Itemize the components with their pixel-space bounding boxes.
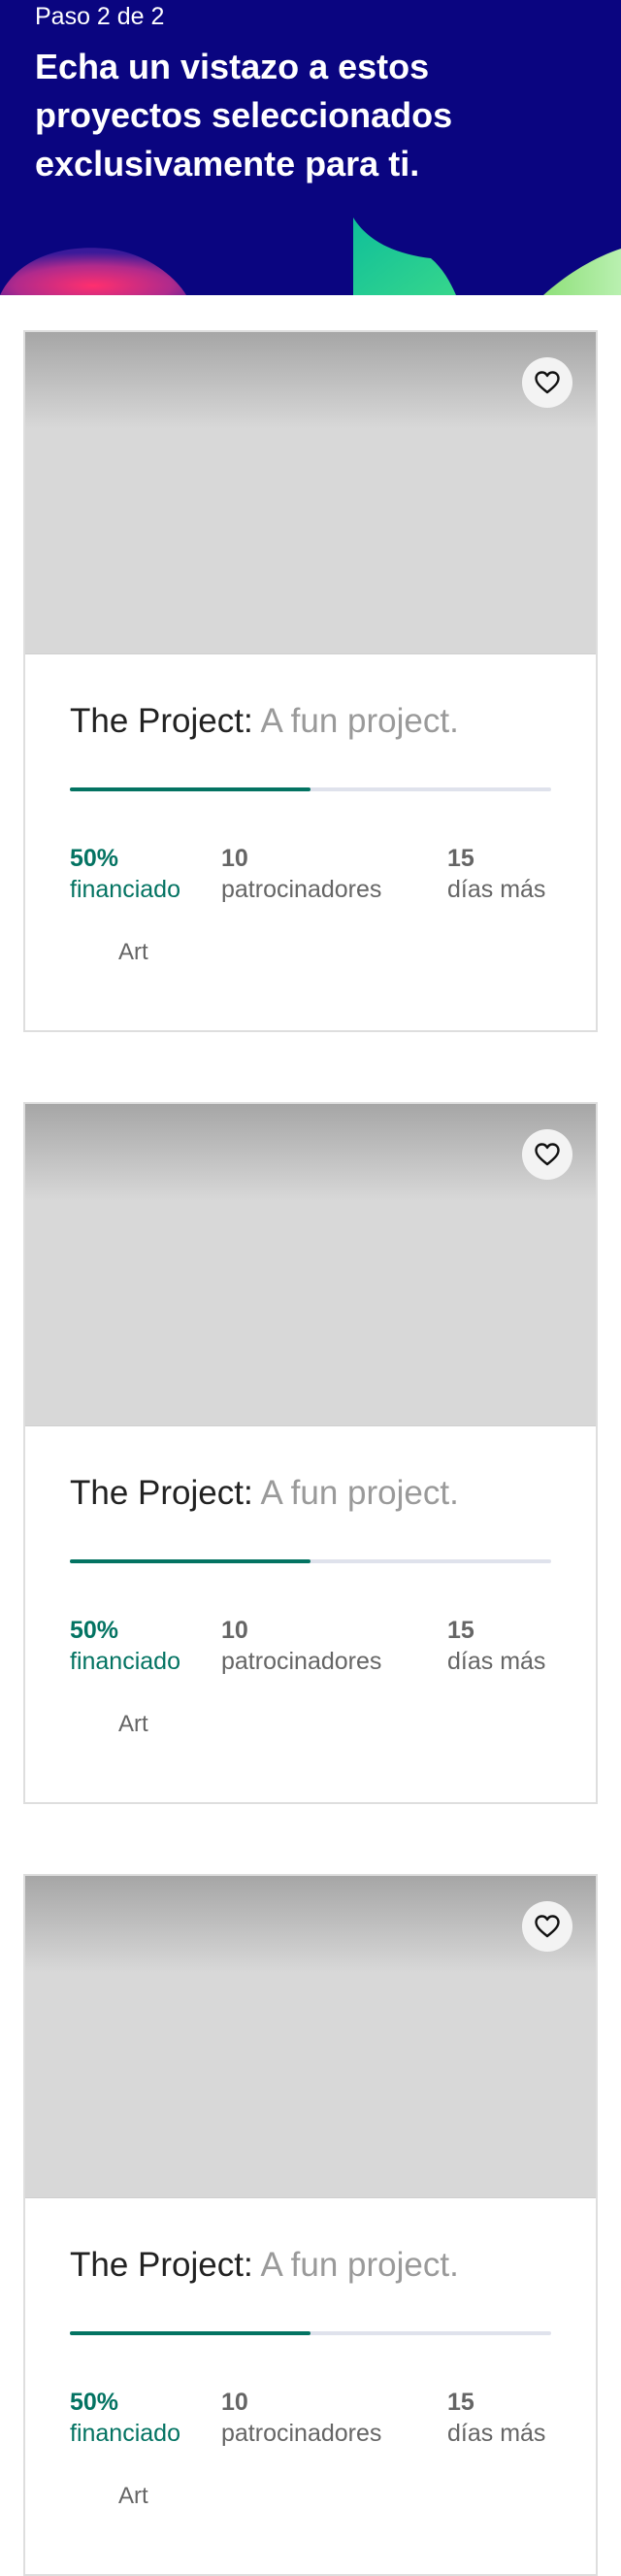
funded-stat: 50% financiado: [70, 1615, 184, 1677]
project-title[interactable]: The Project: A fun project.: [70, 701, 459, 742]
backers-stat: 10 patrocinadores: [221, 843, 381, 905]
project-card[interactable]: The Project: A fun project. 50% financia…: [23, 1102, 598, 1804]
funded-label: financiado: [70, 2420, 180, 2447]
days-label: días más: [447, 2420, 546, 2447]
favorite-button[interactable]: [522, 357, 572, 408]
funding-progress-fill: [70, 2331, 310, 2335]
funding-progress-bar: [70, 1559, 551, 1563]
backers-stat: 10 patrocinadores: [221, 1615, 381, 1677]
pink-blob-shape: [0, 248, 186, 295]
page-title: Echa un vistazo a estos proyectos selecc…: [35, 47, 453, 184]
backers-label: patrocinadores: [221, 2420, 382, 2447]
backers-label: patrocinadores: [221, 876, 382, 903]
funded-label: financiado: [70, 876, 180, 903]
category-tag[interactable]: Art: [118, 2482, 148, 2511]
category-tag[interactable]: Art: [118, 938, 148, 967]
days-label: días más: [447, 876, 546, 903]
funding-progress-fill: [70, 787, 310, 791]
days-stat: 15 días más: [447, 843, 545, 905]
funded-stat: 50% financiado: [70, 2387, 184, 2449]
project-card[interactable]: The Project: A fun project. 50% financia…: [23, 1874, 598, 2576]
funded-percent: 50%: [70, 845, 119, 872]
days-count: 15: [447, 845, 474, 872]
funding-progress-bar: [70, 787, 551, 791]
funded-stat: 50% financiado: [70, 843, 184, 905]
project-name: The Project:: [70, 2246, 253, 2284]
category-tag[interactable]: Art: [118, 1710, 148, 1739]
days-label: días más: [447, 1648, 546, 1675]
heart-outline-icon: [535, 371, 560, 394]
backers-count: 10: [221, 2389, 248, 2416]
project-tagline: A fun project.: [260, 1474, 459, 1512]
onboarding-header: Paso 2 de 2 Echa un vistazo a estos proy…: [0, 0, 621, 295]
project-image-placeholder: [25, 1104, 596, 1426]
days-stat: 15 días más: [447, 1615, 545, 1677]
days-stat: 15 días más: [447, 2387, 545, 2449]
backers-count: 10: [221, 1617, 248, 1644]
lime-wave-shape: [543, 249, 621, 295]
project-title[interactable]: The Project: A fun project.: [70, 1473, 459, 1514]
project-name: The Project:: [70, 1474, 253, 1512]
days-count: 15: [447, 1617, 474, 1644]
funded-label: financiado: [70, 1648, 180, 1675]
project-tagline: A fun project.: [260, 2246, 459, 2284]
funded-percent: 50%: [70, 2389, 119, 2416]
backers-stat: 10 patrocinadores: [221, 2387, 381, 2449]
funding-progress-bar: [70, 2331, 551, 2335]
days-count: 15: [447, 2389, 474, 2416]
backers-count: 10: [221, 845, 248, 872]
project-card[interactable]: The Project: A fun project. 50% financia…: [23, 330, 598, 1032]
backers-label: patrocinadores: [221, 1648, 382, 1675]
project-image-placeholder: [25, 1876, 596, 2198]
funded-percent: 50%: [70, 1617, 119, 1644]
project-name: The Project:: [70, 702, 253, 740]
heart-outline-icon: [535, 1915, 560, 1938]
project-title[interactable]: The Project: A fun project.: [70, 2245, 459, 2286]
heart-outline-icon: [535, 1143, 560, 1166]
project-image-placeholder: [25, 332, 596, 654]
favorite-button[interactable]: [522, 1901, 572, 1952]
funding-progress-fill: [70, 1559, 310, 1563]
step-indicator: Paso 2 de 2: [35, 3, 165, 30]
project-tagline: A fun project.: [260, 702, 459, 740]
favorite-button[interactable]: [522, 1129, 572, 1180]
teal-leaf-shape: [353, 217, 456, 295]
